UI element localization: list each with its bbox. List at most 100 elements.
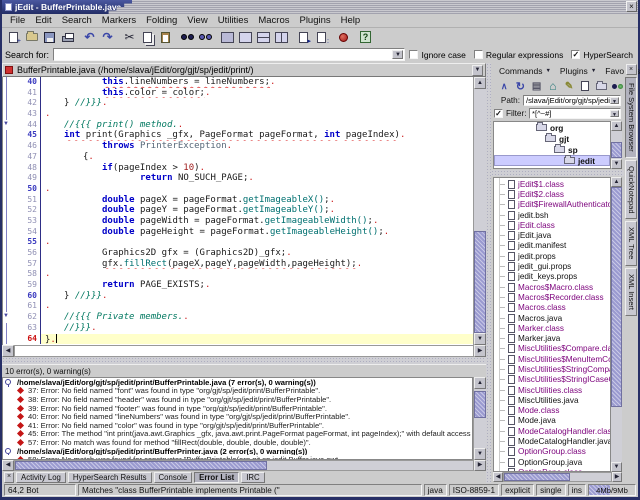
tree-vscrollbar[interactable]: ▲ ▼	[611, 121, 622, 169]
checkbox-hypersearch[interactable]: ✓HyperSearch	[571, 50, 633, 60]
file-item[interactable]: Macros$Recorder.class	[494, 292, 610, 302]
file-item[interactable]: MiscUtilities.java	[494, 395, 610, 405]
error-row-3[interactable]: 39: Error: No field named "footer" was f…	[3, 404, 472, 413]
menu-view[interactable]: View	[182, 15, 212, 26]
code-line-47[interactable]: 47{.	[3, 152, 473, 163]
menu-file[interactable]: File	[5, 15, 30, 26]
filter-field[interactable]: *[^~#] ▼	[529, 108, 621, 119]
file-item[interactable]: MiscUtilities$StringICaseCompare.class	[494, 375, 610, 385]
code-line-61[interactable]: 61.	[3, 301, 473, 312]
file-item[interactable]: Mode.java	[494, 416, 610, 426]
file-item[interactable]: jedit_gui.props	[494, 261, 610, 271]
scroll-right-icon[interactable]: ▶	[612, 472, 622, 482]
unsplit-current-icon[interactable]	[219, 29, 236, 45]
editor-vscroll-thumb[interactable]	[474, 231, 486, 333]
scroll-left-icon[interactable]: ◀	[493, 472, 503, 482]
status-single[interactable]: single	[536, 484, 565, 496]
error-row-5[interactable]: 41: Error: No field named "color" was fo…	[3, 421, 472, 430]
file-item[interactable]: jedit.props	[494, 251, 610, 261]
checkbox-ignore-case[interactable]: Ignore case	[409, 50, 465, 60]
status-java[interactable]: java	[424, 484, 447, 496]
error-hscroll-track[interactable]	[14, 460, 474, 471]
buffer-switcher[interactable]: BufferPrintable.java (/home/slava/jEdit/…	[2, 63, 486, 77]
file-item[interactable]: Marker.class	[494, 323, 610, 333]
path-field[interactable]: /slava/jEdit/org/gjt/sp/jedit ▼	[523, 95, 621, 106]
scroll-left-icon[interactable]: ◀	[2, 345, 14, 357]
code-line-53[interactable]: 53double pageWidth = pageFormat.getImage…	[3, 216, 473, 227]
code-line-42[interactable]: 42} //}}}.	[3, 98, 473, 109]
code-line-48[interactable]: 48if(pageIndex > 10).	[3, 163, 473, 174]
new-directory-icon[interactable]	[596, 80, 608, 93]
plugin-manager-icon[interactable]	[335, 29, 352, 45]
error-row-8[interactable]: /home/slava/jEdit/org/gjt/sp/jedit/print…	[3, 447, 472, 456]
menu-edit[interactable]: Edit	[30, 15, 56, 26]
menu-folding[interactable]: Folding	[141, 15, 182, 26]
error-row-6[interactable]: 45: Error: The method "int print(java.aw…	[3, 430, 472, 439]
file-item[interactable]: OptionGroup.class	[494, 447, 610, 457]
error-hscrollbar[interactable]: ◀ ▶	[2, 460, 486, 471]
scroll-up-icon[interactable]: ▲	[474, 77, 486, 89]
files-vscroll-track[interactable]	[611, 187, 622, 462]
file-item[interactable]: jEdit$FirewallAuthenticator.class	[494, 200, 610, 210]
scroll-down-icon[interactable]: ▼	[474, 333, 486, 345]
code-line-43[interactable]: 43.	[3, 109, 473, 120]
menu-plugins[interactable]: Plugins	[294, 15, 335, 26]
menu-help[interactable]: Help	[336, 15, 366, 26]
error-row-0[interactable]: /home/slava/jEdit/org/gjt/sp/jedit/print…	[3, 378, 472, 387]
error-vscroll-track[interactable]	[474, 389, 486, 448]
tab-activity-log[interactable]: Activity Log	[16, 472, 66, 483]
scroll-down-icon[interactable]: ▼	[474, 448, 486, 460]
file-item[interactable]: jEdit$2.class	[494, 189, 610, 199]
code-line-59[interactable]: 59return PAGE_EXISTS;.	[3, 280, 473, 291]
file-item[interactable]: Macros$Macro.class	[494, 282, 610, 292]
files-vscrollbar[interactable]: ▲ ▼	[611, 177, 622, 472]
code-line-56[interactable]: 56Graphics2D gfx = (Graphics2D)_gfx;.	[3, 248, 473, 259]
search-history-dropdown-icon[interactable]: ▼	[392, 50, 403, 59]
dock-close-icon[interactable]: ×	[4, 472, 14, 483]
error-vscroll-thumb[interactable]	[474, 391, 486, 418]
fsb-menu-commands[interactable]: Commands▼	[499, 66, 551, 76]
code-line-58[interactable]: 58.	[3, 269, 473, 280]
tab-irc[interactable]: IRC	[241, 472, 264, 483]
fold-triangle-icon[interactable]: ▼	[3, 313, 9, 319]
dock-tab-xml-insert[interactable]: XML Insert	[625, 268, 637, 316]
file-item[interactable]: Macros.class	[494, 303, 610, 313]
file-item[interactable]: MiscUtilities.class	[494, 385, 610, 395]
tree-vscroll-thumb[interactable]	[611, 142, 622, 158]
scroll-up-icon[interactable]: ▲	[611, 121, 622, 131]
fold-triangle-icon[interactable]: ▼	[3, 121, 9, 127]
tab-hypersearch-results[interactable]: HyperSearch Results	[68, 472, 152, 483]
tree-item-sp[interactable]: sp	[494, 144, 610, 155]
tree-item-jedit[interactable]: jedit	[494, 155, 610, 166]
menu-search[interactable]: Search	[57, 15, 97, 26]
code-line-40[interactable]: 40this.lineNumbers = lineNumbers;.	[3, 77, 473, 88]
window-close-icon[interactable]: ×	[626, 1, 637, 12]
path-dropdown-icon[interactable]: ▼	[610, 97, 619, 104]
fold-rail[interactable]: ▼	[3, 312, 13, 323]
parent-dir-icon[interactable]: ∧	[498, 80, 510, 93]
title-bar[interactable]: jEdit - BufferPrintable.java ×	[2, 0, 638, 14]
search-directory-icon[interactable]	[612, 80, 624, 93]
file-item[interactable]: ModeCatalogHandler.class	[494, 426, 610, 436]
cut-icon[interactable]: ✂	[121, 29, 138, 45]
code-line-45[interactable]: 45int print(Graphics _gfx, PageFormat pa…	[3, 130, 473, 141]
error-row-1[interactable]: 37: Error: No field named "font" was fou…	[3, 387, 472, 396]
files-hscroll-thumb[interactable]	[504, 473, 570, 481]
open-icon[interactable]	[23, 29, 40, 45]
search-input[interactable]: ▼	[53, 48, 405, 61]
code-line-46[interactable]: 46throws PrinterException.	[3, 141, 473, 152]
code-line-62[interactable]: ▼62//{{{ Private members..	[3, 312, 473, 323]
error-vscrollbar[interactable]: ▲ ▼	[473, 377, 486, 460]
status-ins[interactable]: ins	[568, 484, 586, 496]
error-hscroll-thumb[interactable]	[15, 461, 267, 470]
file-item[interactable]: OptionGroup.java	[494, 457, 610, 467]
dock-tab-quicknotepad[interactable]: QuickNotepad	[625, 160, 637, 220]
editor-hscrollbar[interactable]: ◀ ▶	[2, 345, 486, 357]
copy-icon[interactable]	[139, 29, 156, 45]
tab-console[interactable]: Console	[154, 472, 193, 483]
reload-icon[interactable]: ↻	[514, 80, 526, 93]
scroll-left-icon[interactable]: ◀	[2, 460, 14, 471]
code-line-44[interactable]: ▼44//{{{ print() method..	[3, 120, 473, 131]
fsb-close-icon[interactable]: ×	[626, 64, 637, 75]
file-item[interactable]: MiscUtilities$StringCompare.class	[494, 364, 610, 374]
